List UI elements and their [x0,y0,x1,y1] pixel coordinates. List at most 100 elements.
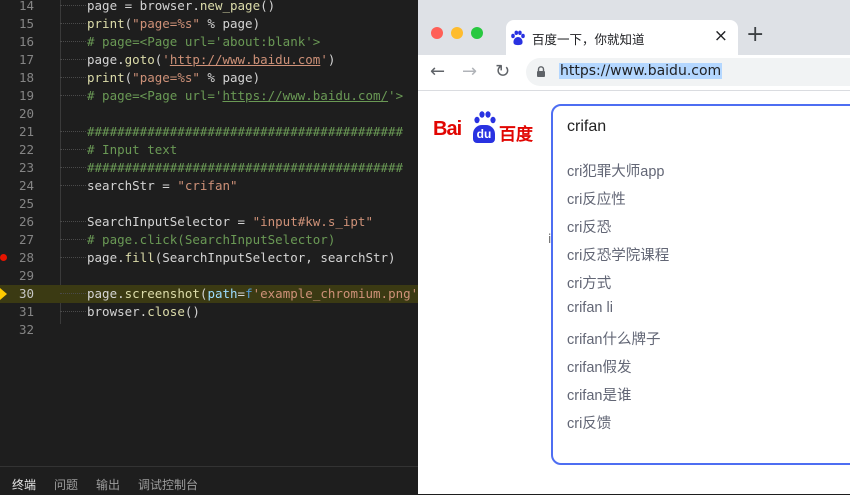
tab-debug-console[interactable]: 调试控制台 [138,476,198,493]
search-suggestion-item[interactable]: crifan是谁 [567,384,631,405]
code-text: # page=<Page url='https://www.baidu.com/… [87,88,404,103]
search-input[interactable]: crifan [567,118,606,136]
search-suggestion-item[interactable]: crifan li [567,300,613,316]
line-number: 22 [18,142,34,157]
code-line[interactable]: 27 # page.click(SearchInputSelector) [0,231,418,249]
whitespace-marker [60,285,86,303]
whitespace-marker [60,303,86,321]
code-text: print("page=%s" % page) [87,16,261,31]
close-tab-icon[interactable]: × [714,26,728,46]
whitespace-marker [60,87,86,105]
browser-toolbar: ← → ↻ https://www.baidu.com [418,55,850,91]
search-suggestion-item[interactable]: crifan假发 [567,356,631,377]
tab-terminal[interactable]: 终端 [12,476,36,493]
code-line[interactable]: 30 page.screenshot(path=f'example_chromiu… [0,285,418,303]
browser-titlebar: 百度一下，你就知道 × + [418,0,850,55]
whitespace-marker [60,213,86,231]
browser-window: 百度一下，你就知道 × + ← → ↻ https://www.baidu.co… [418,0,850,494]
code-text: print("page=%s" % page) [87,70,261,85]
baidu-logo[interactable]: Bai du 百度 [433,111,537,145]
code-line[interactable]: 21 ######################################… [0,123,418,141]
line-number: 28 [18,250,34,265]
code-line[interactable]: 23 ######################################… [0,159,418,177]
code-text: # Input text [87,142,178,157]
whitespace-marker [60,0,86,15]
code-line[interactable]: 32 [0,321,418,339]
whitespace-marker [60,33,86,51]
code-line[interactable]: 19 # page=<Page url='https://www.baidu.co… [0,87,418,105]
line-number: 21 [18,124,34,139]
code-line[interactable]: 16 # page=<Page url='about:blank'> [0,33,418,51]
line-number: 29 [18,268,34,283]
search-suggestion-item[interactable]: crifan什么牌子 [567,328,660,349]
line-number: 23 [18,160,34,175]
code-editor[interactable]: 14 page = browser.new_page() 15 print("page… [0,0,418,466]
code-line[interactable]: 14 page = browser.new_page() [0,0,418,15]
address-bar[interactable]: https://www.baidu.com [526,58,850,86]
code-text: # page=<Page url='about:blank'> [87,34,321,49]
code-line[interactable]: 18 print("page=%s" % page) [0,69,418,87]
code-line[interactable]: 24 searchStr = "crifan" [0,177,418,195]
whitespace-marker [60,69,86,87]
line-number: 30 [18,286,34,301]
reload-button[interactable]: ↻ [495,61,510,82]
search-suggestion-item[interactable]: cri犯罪大师app [567,160,665,181]
code-line[interactable]: 29 [0,267,418,285]
whitespace-marker [60,141,86,159]
code-text: # page.click(SearchInputSelector) [87,232,336,247]
code-text: page.screenshot(path=f'example_chromium.… [87,286,418,301]
search-suggestion-item[interactable]: cri方式 [567,272,611,293]
search-suggestion-item[interactable]: cri反恐学院课程 [567,244,669,265]
code-text: SearchInputSelector = "input#kw.s_ipt" [87,214,373,229]
search-suggestion-item[interactable]: cri反馈 [567,412,611,433]
baidu-paw-icon [511,30,525,46]
code-line[interactable]: 31 browser.close() [0,303,418,321]
code-line[interactable]: 28 page.fill(SearchInputSelector, searchS… [0,249,418,267]
code-line[interactable]: 17 page.goto('http://www.baidu.com') [0,51,418,69]
code-text: ########################################… [87,160,404,175]
back-button[interactable]: ← [430,61,445,82]
code-line[interactable]: 22 # Input text [0,141,418,159]
logo-du-text: du [473,125,495,143]
whitespace-marker [60,231,86,249]
whitespace-marker [60,159,86,177]
zoom-window-button[interactable] [471,27,483,39]
line-number: 27 [18,232,34,247]
line-number: 32 [18,322,34,337]
line-number: 31 [18,304,34,319]
code-text: searchStr = "crifan" [87,178,238,193]
code-text: page.fill(SearchInputSelector, searchStr… [87,250,396,265]
forward-button[interactable]: → [462,61,477,82]
search-suggestion-item[interactable]: cri反应性 [567,188,626,209]
search-suggestion-box[interactable]: crifan cri犯罪大师app cri反应性 cri反恐 cri反恐学院课程 cri… [551,104,850,465]
whitespace-marker [60,249,86,267]
logo-chinese-text: 百度 [499,125,533,145]
line-number: 26 [18,214,34,229]
search-suggestion-item[interactable]: cri反恐 [567,216,611,237]
code-text: browser.close() [87,304,200,319]
tab-output[interactable]: 输出 [96,476,120,493]
code-line[interactable]: 20 [0,105,418,123]
code-line[interactable]: 15 print("page=%s" % page) [0,15,418,33]
tab-problems[interactable]: 问题 [54,476,78,493]
browser-tab[interactable]: 百度一下，你就知道 × [506,20,738,55]
bottom-panel: 终端 问题 输出 调试控制台 [0,466,418,495]
line-number: 18 [18,70,34,85]
line-number: 25 [18,196,34,211]
whitespace-marker [60,123,86,141]
code-line[interactable]: 25 [0,195,418,213]
whitespace-marker [60,51,86,69]
line-number: 15 [18,16,34,31]
minimize-window-button[interactable] [451,27,463,39]
close-window-button[interactable] [431,27,443,39]
code-line[interactable]: 26 SearchInputSelector = "input#kw.s_ipt" [0,213,418,231]
line-number: 17 [18,52,34,67]
whitespace-marker [60,177,86,195]
url-text[interactable]: https://www.baidu.com [559,63,723,79]
line-number: 20 [18,106,34,121]
new-tab-button[interactable]: + [746,22,764,47]
lock-icon [537,66,545,77]
line-number: 16 [18,34,34,49]
line-number: 24 [18,178,34,193]
logo-bai-text: Bai [433,118,462,140]
